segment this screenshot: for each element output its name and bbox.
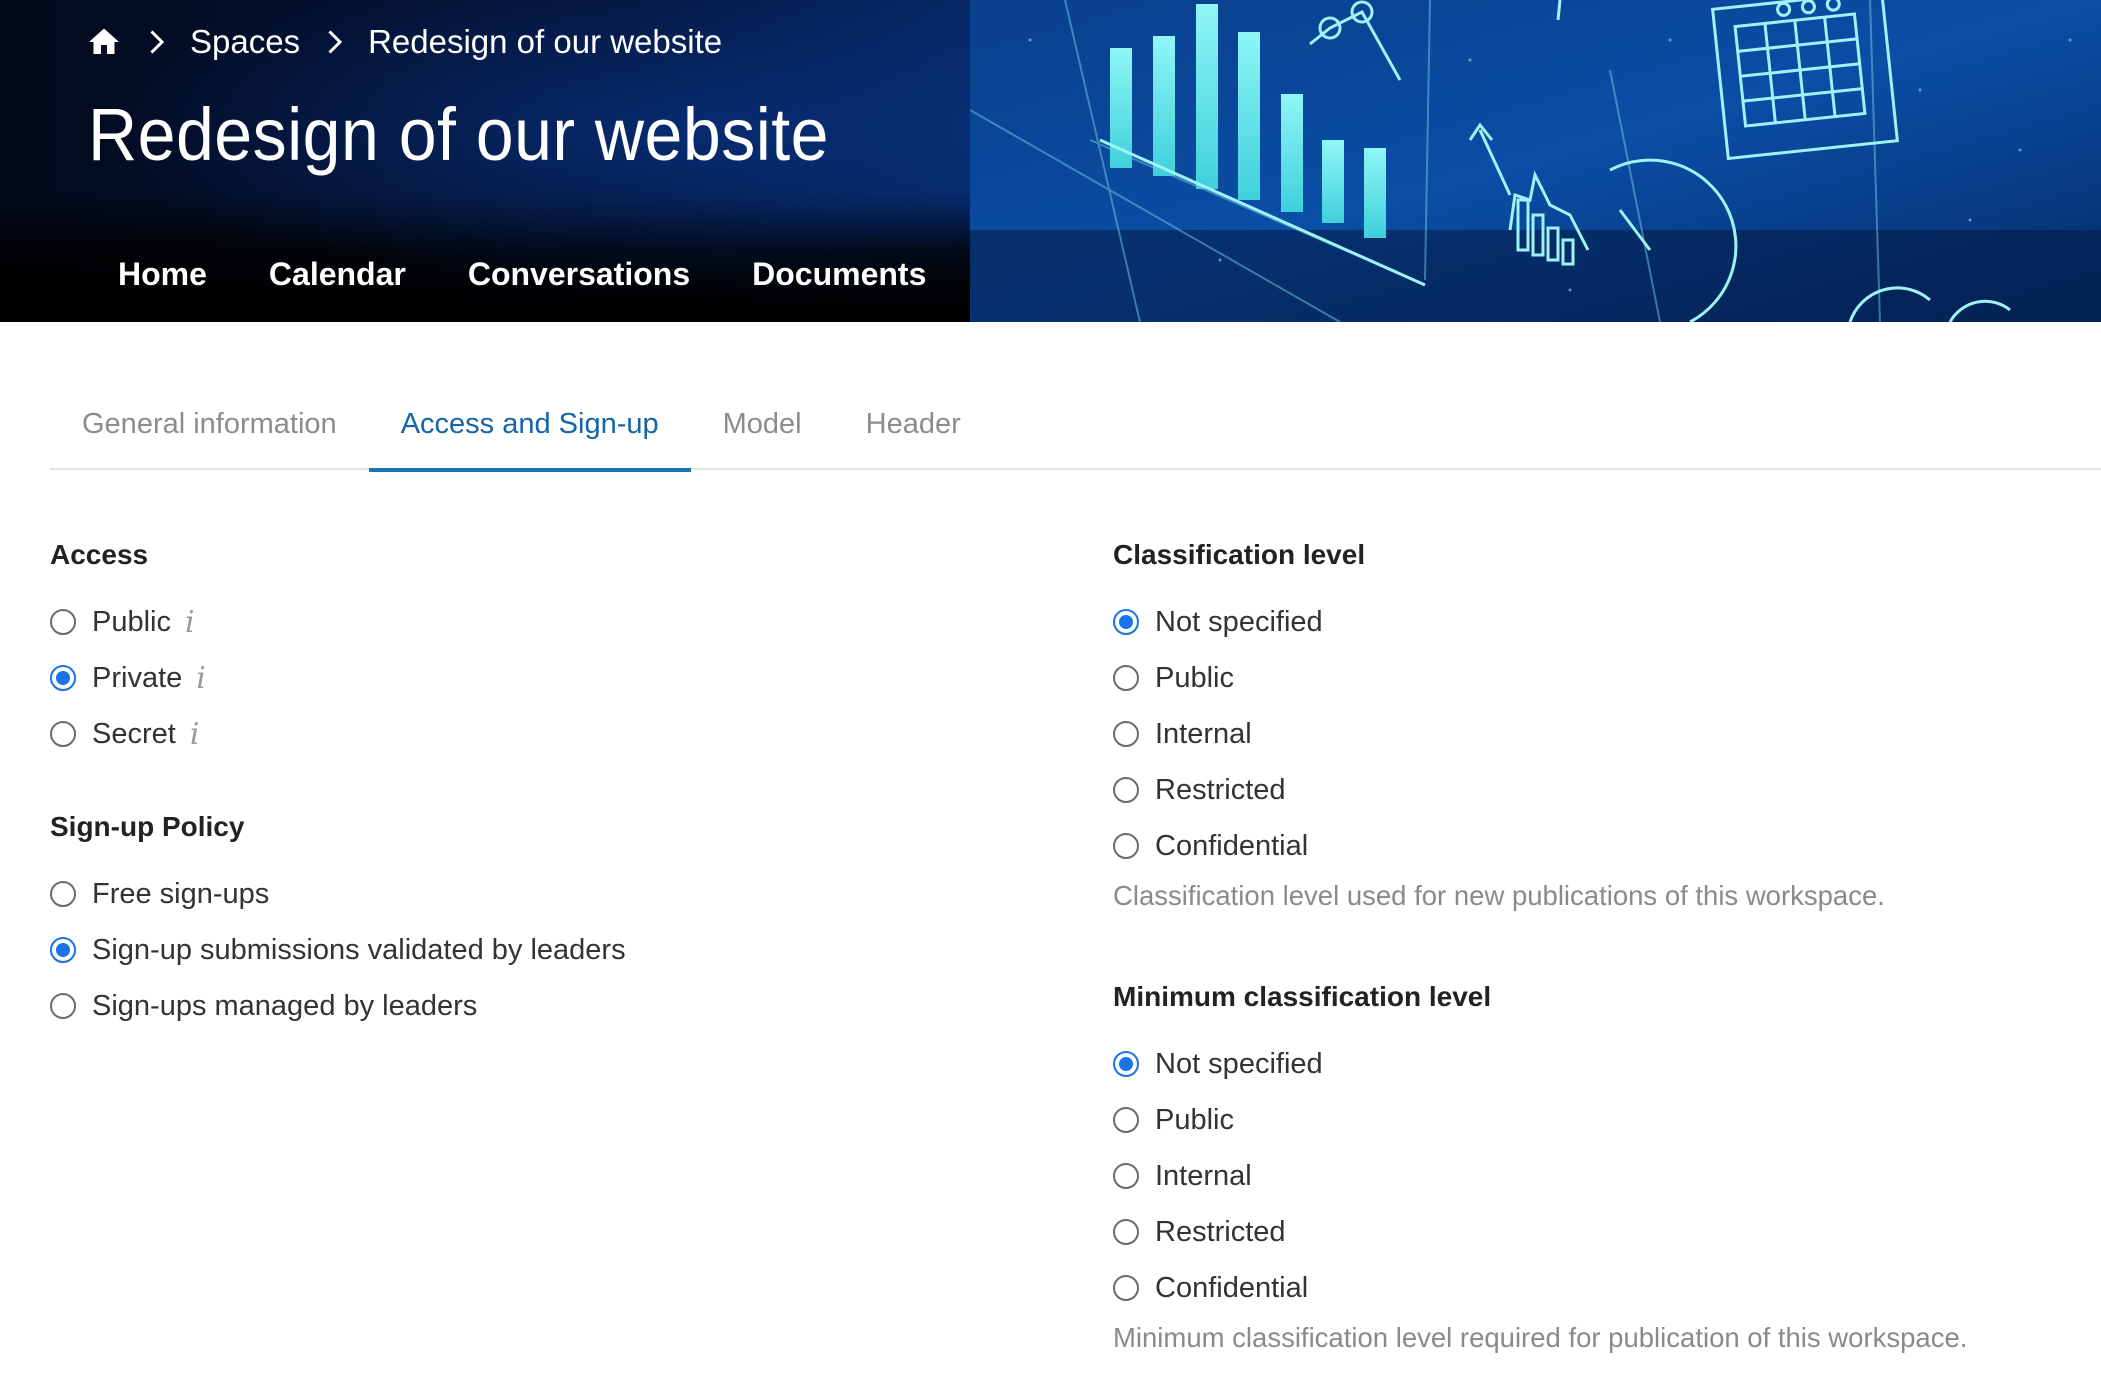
classification-option-public[interactable]: Public	[1113, 650, 2101, 706]
min-classification-option-not-specified[interactable]: Not specified	[1113, 1036, 2101, 1092]
chevron-right-icon	[144, 24, 168, 60]
minimum-classification-help-text: Minimum classification level required fo…	[1113, 1322, 1968, 1353]
min-classification-option-internal[interactable]: Internal	[1113, 1148, 2101, 1204]
breadcrumb-spaces[interactable]: Spaces	[190, 23, 300, 61]
option-label: Not specified	[1155, 1047, 1323, 1080]
info-icon[interactable]: i	[190, 717, 200, 752]
classification-option-not-specified[interactable]: Not specified	[1113, 594, 2101, 650]
minimum-classification-heading: Minimum classification level	[1113, 981, 1492, 1012]
info-icon[interactable]: i	[196, 661, 206, 696]
classification-level-heading: Classification level	[1113, 539, 1366, 570]
option-label: Public	[1155, 1103, 1234, 1136]
option-label: Not specified	[1155, 605, 1323, 638]
tab-general-information[interactable]: General information	[50, 390, 369, 470]
radio-managed-by-leaders[interactable]	[50, 993, 76, 1019]
radio-public[interactable]	[1113, 1107, 1139, 1133]
radio-not-specified[interactable]	[1113, 1051, 1139, 1077]
option-label: Confidential	[1155, 1271, 1309, 1304]
signup-option-validated[interactable]: Sign-up submissions validated by leaders	[50, 922, 1050, 978]
access-option-public[interactable]: Public i	[50, 594, 1050, 650]
min-classification-option-restricted[interactable]: Restricted	[1113, 1204, 2101, 1260]
tab-access-and-signup[interactable]: Access and Sign-up	[368, 390, 691, 472]
option-label: Confidential	[1155, 829, 1309, 862]
chevron-right-icon	[322, 24, 346, 60]
radio-secret[interactable]	[50, 721, 76, 747]
breadcrumb: Spaces Redesign of our website	[86, 20, 722, 64]
option-label: Internal	[1155, 717, 1252, 750]
info-icon[interactable]: i	[185, 605, 195, 640]
home-icon[interactable]	[86, 24, 122, 60]
radio-restricted[interactable]	[1113, 1219, 1139, 1245]
option-label: Restricted	[1155, 773, 1286, 806]
signup-policy-heading: Sign-up Policy	[50, 811, 245, 842]
access-option-secret[interactable]: Secret i	[50, 706, 1050, 762]
signup-option-managed[interactable]: Sign-ups managed by leaders	[50, 978, 1050, 1034]
classification-help-text: Classification level used for new public…	[1113, 880, 1885, 911]
nav-home[interactable]: Home	[118, 256, 207, 293]
radio-internal[interactable]	[1113, 1163, 1139, 1189]
classification-option-internal[interactable]: Internal	[1113, 706, 2101, 762]
option-label: Free sign-ups	[92, 877, 270, 910]
classification-option-confidential[interactable]: Confidential	[1113, 818, 2101, 874]
radio-validated-by-leaders[interactable]	[50, 937, 76, 963]
space-navigation: Home Calendar Conversations Documents	[118, 256, 926, 293]
radio-free-signups[interactable]	[50, 881, 76, 907]
radio-restricted[interactable]	[1113, 777, 1139, 803]
min-classification-option-confidential[interactable]: Confidential	[1113, 1260, 2101, 1316]
settings-tabs: General information Access and Sign-up M…	[50, 390, 2101, 472]
nav-calendar[interactable]: Calendar	[269, 256, 406, 293]
option-label: Internal	[1155, 1159, 1252, 1192]
radio-private[interactable]	[50, 665, 76, 691]
option-label: Secret	[92, 717, 176, 750]
classification-settings-column: Classification level Not specified Publi…	[1113, 530, 2101, 1366]
min-classification-option-public[interactable]: Public	[1113, 1092, 2101, 1148]
tab-header[interactable]: Header	[834, 390, 993, 470]
option-label: Sign-up submissions validated by leaders	[92, 933, 626, 966]
option-label: Public	[92, 605, 171, 638]
option-label: Sign-ups managed by leaders	[92, 989, 478, 1022]
radio-confidential[interactable]	[1113, 833, 1139, 859]
tab-model[interactable]: Model	[691, 390, 834, 470]
radio-public[interactable]	[1113, 665, 1139, 691]
nav-conversations[interactable]: Conversations	[468, 256, 690, 293]
space-header-banner: Spaces Redesign of our website Redesign …	[0, 0, 2101, 322]
nav-documents[interactable]: Documents	[752, 256, 926, 293]
signup-option-free[interactable]: Free sign-ups	[50, 866, 1050, 922]
radio-internal[interactable]	[1113, 721, 1139, 747]
analytics-illustration	[970, 0, 2101, 322]
access-heading: Access	[50, 539, 149, 570]
access-settings-column: Access Public i Private i Secret i Sign-…	[50, 530, 1050, 1034]
radio-not-specified[interactable]	[1113, 609, 1139, 635]
access-option-private[interactable]: Private i	[50, 650, 1050, 706]
radio-confidential[interactable]	[1113, 1275, 1139, 1301]
radio-public[interactable]	[50, 609, 76, 635]
option-label: Public	[1155, 661, 1234, 694]
breadcrumb-current-space[interactable]: Redesign of our website	[368, 23, 722, 61]
option-label: Restricted	[1155, 1215, 1286, 1248]
classification-option-restricted[interactable]: Restricted	[1113, 762, 2101, 818]
page-title: Redesign of our website	[88, 93, 829, 176]
option-label: Private	[92, 661, 183, 694]
